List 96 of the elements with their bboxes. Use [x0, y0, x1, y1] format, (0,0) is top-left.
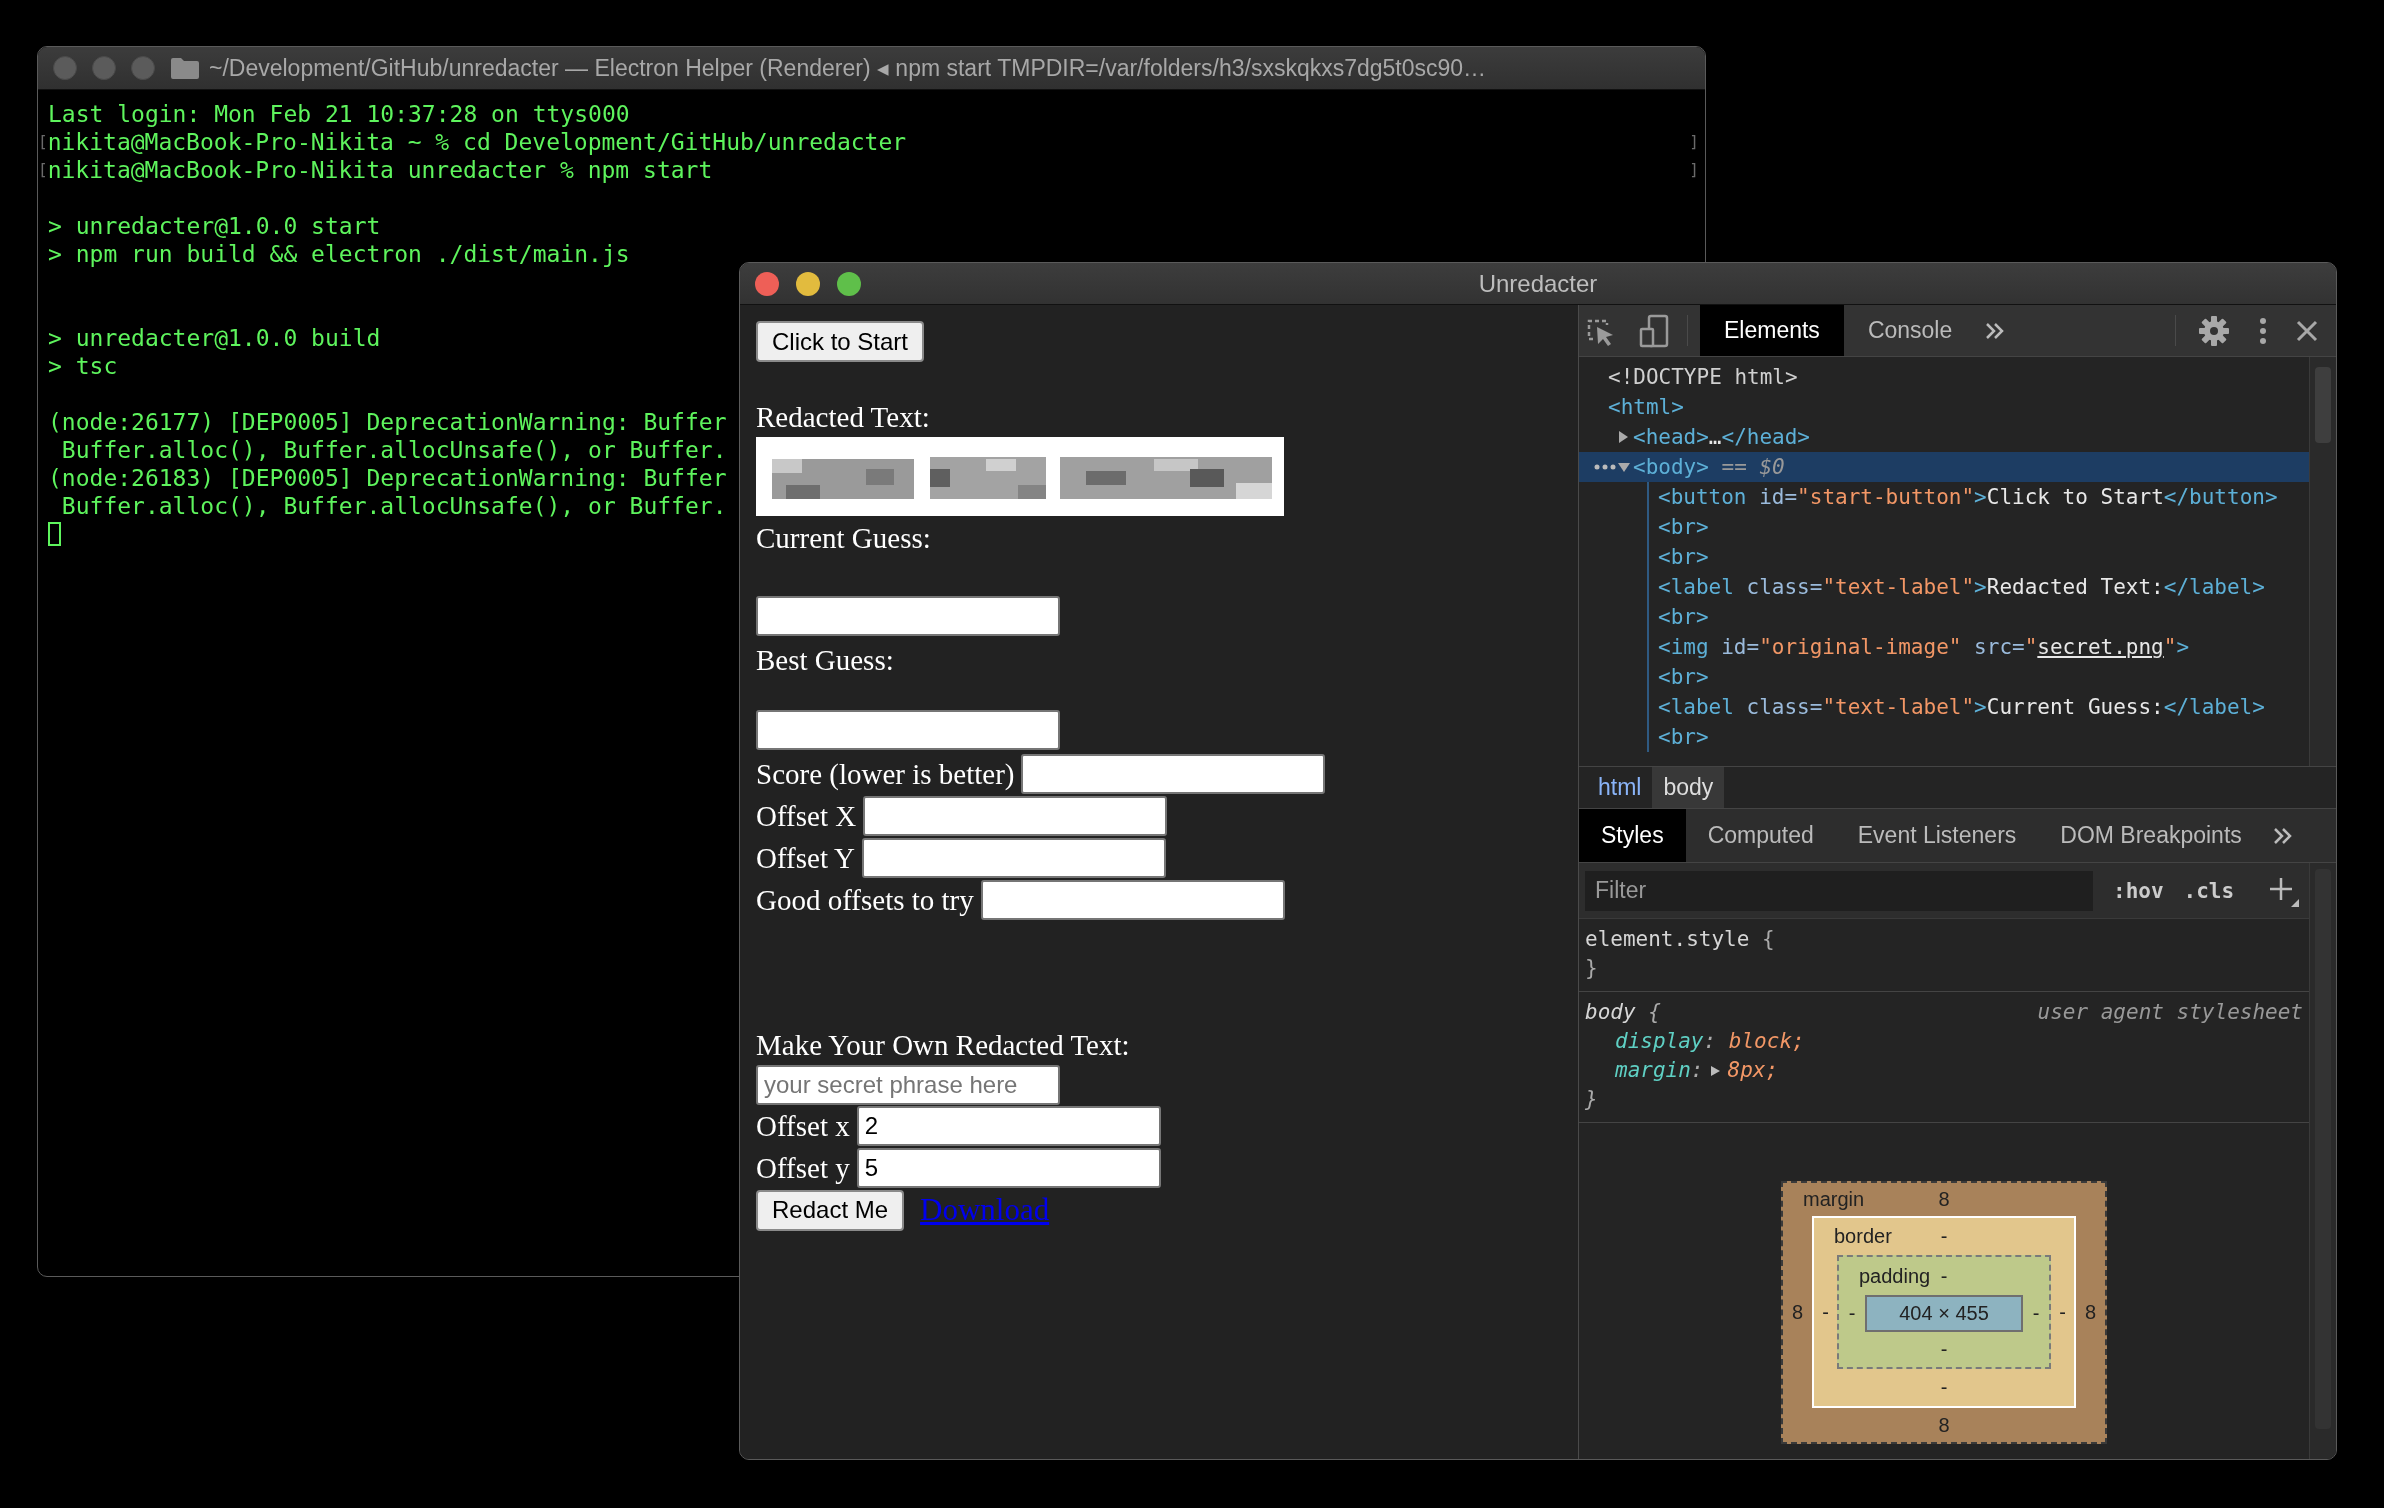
tab[interactable]: Console [1843, 305, 1977, 356]
breadcrumb[interactable]: body [1652, 767, 1725, 808]
terminal-line: > npm run build && electron ./dist/main.js [48, 240, 630, 268]
field-label: Offset y [756, 1151, 850, 1186]
box-value: - [2032, 1302, 2040, 1325]
tab[interactable]: Elements [1700, 305, 1844, 356]
css-selector: body { [1585, 999, 1661, 1026]
field-label: Score (lower is better) [756, 757, 1015, 792]
field-label: Offset Y [756, 841, 856, 876]
settings-icon[interactable] [2198, 314, 2230, 347]
bracket-mark: ] [1689, 131, 1699, 153]
box-value: - [1940, 1225, 1948, 1248]
terminal-line: > unredacter@1.0.0 build [48, 324, 381, 352]
input-field[interactable] [862, 838, 1167, 878]
redact-button[interactable]: Redact Me [756, 1189, 905, 1231]
box-value: - [2059, 1300, 2066, 1324]
tab[interactable]: Event Listeners [1835, 809, 2039, 862]
field-label: Best Guess: [756, 643, 894, 678]
box-value: 8 [1791, 1300, 1804, 1324]
css-selector: } [1585, 955, 1598, 982]
code-line: <label class="text-label">Current Guess:</label> [1658, 694, 2265, 721]
code-line: <head>…</head> [1633, 424, 1811, 451]
css-selector: element.style { [1585, 926, 1775, 953]
code-line: <br> [1658, 664, 1709, 691]
window-title: ~/Development/GitHub/unredacter — Electron Helper (Renderer) ◂ npm start TMPDIR=/var/folders/h3/sxskqkxs7dg5t0sc90… [209, 54, 1487, 82]
code-line: <br> [1658, 724, 1709, 751]
box-value: - [1940, 1264, 1948, 1288]
css-declaration: margin: [1615, 1057, 1704, 1084]
terminal-line: nikita@MacBook-Pro-Nikita ~ % cd Development/GitHub/unredacter [47, 128, 907, 156]
ellipsis-icon[interactable] [1594, 463, 1616, 471]
field-label: Offset X [756, 799, 857, 834]
bracket-mark: ] [1689, 159, 1699, 181]
field-label: Offset x [756, 1109, 850, 1144]
code-line: <!DOCTYPE html> [1608, 364, 1798, 391]
box-label: border [1833, 1225, 1892, 1248]
code-line: <label class="text-label">Redacted Text:</label> [1658, 574, 2265, 601]
folder-icon [170, 56, 200, 80]
input-field[interactable]: 5 [856, 1148, 1161, 1188]
toggle-button[interactable]: .cls [2183, 878, 2235, 903]
minimize-button[interactable] [796, 271, 820, 296]
box-value: - [1940, 1338, 1948, 1361]
start-button[interactable]: Click to Start [756, 321, 925, 362]
box-value: - [1822, 1300, 1829, 1324]
terminal-line: > unredacter@1.0.0 start [48, 212, 381, 240]
box-value: 8 [1938, 1188, 1950, 1211]
input-field[interactable]: your secret phrase here [756, 1065, 1060, 1105]
code-line: <img id="original-image" src="secret.png"> [1658, 634, 2190, 661]
terminal-line: Buffer.alloc(), Buffer.allocUnsafe(), or Buffer. [60, 492, 727, 520]
tab[interactable]: DOM Breakpoints [2038, 809, 2264, 862]
field-label: Good offsets to try [756, 883, 974, 918]
input-field[interactable] [863, 796, 1168, 836]
expanded-arrow-icon[interactable] [1617, 461, 1631, 473]
filter-field[interactable]: Filter [1585, 870, 2093, 911]
terminal-line: nikita@MacBook-Pro-Nikita unredacter % npm start [47, 156, 713, 184]
code-line: <button id="start-button">Click to Start</button> [1658, 484, 2278, 511]
code-line: <br> [1658, 604, 1709, 631]
input-field[interactable] [756, 710, 1060, 750]
code-line: <br> [1658, 544, 1709, 571]
field-label: Redacted Text: [756, 400, 930, 435]
content-size: 404 × 455 [1865, 1295, 2023, 1332]
box-value: 8 [1938, 1413, 1950, 1437]
zoom-button[interactable] [837, 271, 861, 296]
window-title: Unredacter [1478, 269, 1598, 298]
box-value: 8 [2084, 1300, 2097, 1324]
close-icon[interactable] [2296, 319, 2318, 342]
bracket-mark: [ [38, 131, 48, 153]
input-field[interactable]: 2 [856, 1106, 1161, 1146]
breadcrumb[interactable]: html [1587, 767, 1653, 808]
cursor [48, 522, 61, 546]
field-label: Current Guess: [756, 521, 931, 556]
css-selector: } [1585, 1086, 1598, 1113]
code-line: <html> [1608, 394, 1684, 421]
section-heading: Make Your Own Redacted Text: [756, 1028, 1130, 1063]
css-declaration: display: block; [1615, 1028, 1805, 1055]
terminal-line: Buffer.alloc(), Buffer.allocUnsafe(), or Buffer. [60, 436, 727, 464]
close-button[interactable] [755, 271, 779, 296]
input-field[interactable] [980, 880, 1285, 920]
terminal-line: Last login: Mon Feb 21 10:37:28 on ttys000 [48, 100, 630, 128]
code-line: <br> [1658, 514, 1709, 541]
box-label: padding [1858, 1264, 1931, 1288]
input-field[interactable] [756, 596, 1060, 636]
input-field[interactable] [1021, 754, 1326, 794]
collapsed-arrow-icon[interactable] [1617, 430, 1629, 444]
css-declaration: 8px; [1727, 1057, 1779, 1084]
box-label: margin [1802, 1188, 1865, 1211]
tab[interactable]: Styles [1579, 809, 1686, 862]
terminal-line: (node:26177) [DEP0005] DeprecationWarning: Buffer [48, 408, 727, 436]
terminal-line: > tsc [48, 352, 118, 380]
code-line: <body> == $0 [1633, 454, 1785, 481]
terminal-line: (node:26183) [DEP0005] DeprecationWarning: Buffer [48, 464, 727, 492]
source-label: user agent stylesheet [2037, 999, 2304, 1026]
tab[interactable]: Computed [1685, 809, 1836, 862]
bracket-mark: [ [38, 159, 48, 181]
box-value: - [1940, 1376, 1948, 1399]
box-value: - [1848, 1302, 1856, 1325]
toggle-button[interactable]: :hov [2113, 878, 2164, 903]
